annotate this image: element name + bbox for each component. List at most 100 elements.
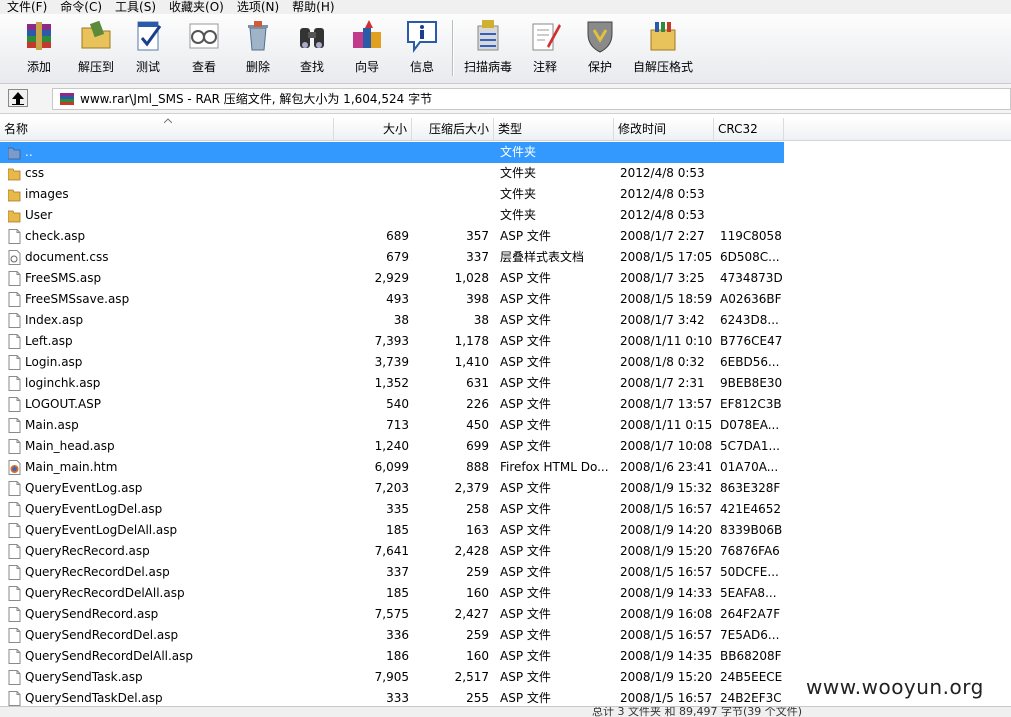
file-row[interactable]: FreeSMSsave.asp 493 398 ASP 文件 2008/1/5 18:5… <box>0 289 784 310</box>
file-icon <box>8 502 21 517</box>
menu-item[interactable]: 选项(N) <box>230 0 285 14</box>
file-size <box>334 163 409 184</box>
toolbar-button-label: 向导 <box>354 60 379 74</box>
file-icon <box>8 607 21 622</box>
folder-icon <box>8 168 21 181</box>
file-row[interactable]: loginchk.asp 1,352 631 ASP 文件 2008/1/7 2:31 9… <box>0 373 784 394</box>
file-row[interactable]: QueryEventLog.asp 7,203 2,379 ASP 文件 2008/1/… <box>0 478 784 499</box>
watermark: www.wooyun.org <box>806 675 984 699</box>
file-name: FreeSMS.asp <box>25 271 102 285</box>
toolbar-button-3[interactable]: 测试 <box>128 18 168 75</box>
toolbar-button-label: 添加 <box>26 60 51 74</box>
file-modified: 2008/1/11 0:15 <box>620 418 713 432</box>
file-row[interactable]: check.asp 689 357 ASP 文件 2008/1/7 2:27 119C80… <box>0 226 784 247</box>
file-icon <box>8 691 21 706</box>
file-size: 38 <box>393 313 409 327</box>
file-name: css <box>25 166 45 180</box>
file-row[interactable]: Left.asp 7,393 1,178 ASP 文件 2008/1/11 0:10 B7… <box>0 331 784 352</box>
toolbar-button-10[interactable]: 注释 <box>527 18 563 75</box>
file-type: ASP 文件 <box>500 502 551 516</box>
file-crc: 8339B06B <box>720 523 783 537</box>
file-row[interactable]: QuerySendRecordDelAll.asp 186 160 ASP 文件 200… <box>0 646 784 667</box>
file-name: QuerySendTask.asp <box>25 670 143 684</box>
menu-item[interactable]: 收藏夹(O) <box>162 0 230 14</box>
file-row[interactable]: FreeSMS.asp 2,929 1,028 ASP 文件 2008/1/7 3:25… <box>0 268 784 289</box>
file-type: ASP 文件 <box>500 607 551 621</box>
file-row[interactable]: QueryRecRecord.asp 7,641 2,428 ASP 文件 2008/1… <box>0 541 784 562</box>
toolbar-button-label: 保护 <box>587 60 612 74</box>
file-icon <box>8 292 21 307</box>
file-packed: 259 <box>466 565 489 579</box>
toolbar-button-label: 解压到 <box>77 60 114 74</box>
toolbar-button-11[interactable]: 保护 <box>580 18 620 75</box>
toolbar-button-label: 查找 <box>299 60 324 74</box>
toolbar-button-2[interactable]: 解压到 <box>74 18 118 75</box>
file-row[interactable]: LOGOUT.ASP 540 226 ASP 文件 2008/1/7 13:57 EF81… <box>0 394 784 415</box>
file-packed <box>412 205 489 226</box>
wizard-icon <box>353 20 381 48</box>
file-row[interactable]: QuerySendRecordDel.asp 336 259 ASP 文件 2008/1… <box>0 625 784 646</box>
file-row[interactable]: Index.asp 38 38 ASP 文件 2008/1/7 3:42 6243D8..… <box>0 310 784 331</box>
file-packed: 888 <box>466 460 489 474</box>
file-type: Firefox HTML Do... <box>500 460 609 474</box>
file-packed <box>412 163 489 184</box>
column-header-packed[interactable]: 压缩后大小 <box>412 118 494 140</box>
file-row[interactable]: Login.asp 3,739 1,410 ASP 文件 2008/1/8 0:32 6E… <box>0 352 784 373</box>
file-size: 1,240 <box>374 439 409 453</box>
menu-item[interactable]: 命令(C) <box>53 0 108 14</box>
file-row[interactable]: QueryEventLogDelAll.asp 185 163 ASP 文件 2008/… <box>0 520 784 541</box>
toolbar-button-7[interactable]: 向导 <box>347 18 387 75</box>
file-size: 1,352 <box>374 376 409 390</box>
toolbar-button-5[interactable]: 删除 <box>238 18 278 75</box>
file-modified: 2012/4/8 0:53 <box>620 166 705 180</box>
menu-item[interactable]: 帮助(H) <box>285 0 340 14</box>
toolbar-button-1[interactable]: 添加 <box>17 18 61 75</box>
file-modified: 2008/1/5 16:57 <box>620 628 713 642</box>
up-one-level-button[interactable] <box>8 89 28 107</box>
file-row[interactable]: QueryRecRecordDelAll.asp 185 160 ASP 文件 2008… <box>0 583 784 604</box>
file-row[interactable]: images 文件夹 2012/4/8 0:53 <box>0 184 784 205</box>
file-modified: 2012/4/8 0:53 <box>620 187 705 201</box>
file-name: QueryEventLogDel.asp <box>25 502 163 516</box>
file-row[interactable]: .. 文件夹 <box>0 142 784 163</box>
file-size: 186 <box>386 649 409 663</box>
file-modified: 2008/1/5 17:05 <box>620 250 713 264</box>
file-row[interactable]: QueryEventLogDel.asp 335 258 ASP 文件 2008/1/5… <box>0 499 784 520</box>
menu-item[interactable]: 工具(S) <box>108 0 162 14</box>
file-modified: 2008/1/5 18:59 <box>620 292 713 306</box>
file-icon <box>8 565 21 580</box>
file-packed: 2,427 <box>454 607 489 621</box>
toolbar-button-4[interactable]: 查看 <box>182 18 226 75</box>
file-row[interactable]: Main_head.asp 1,240 699 ASP 文件 2008/1/7 10:0… <box>0 436 784 457</box>
file-row[interactable]: Main.asp 713 450 ASP 文件 2008/1/11 0:15 D078EA… <box>0 415 784 436</box>
folder-icon <box>8 210 21 223</box>
file-packed: 699 <box>466 439 489 453</box>
toolbar-button-9[interactable]: 扫描病毒 <box>463 18 513 75</box>
column-header-type[interactable]: 类型 <box>494 118 614 140</box>
file-crc <box>720 142 784 163</box>
file-row[interactable]: User 文件夹 2012/4/8 0:53 <box>0 205 784 226</box>
file-row[interactable]: Main_main.htm 6,099 888 Firefox HTML Do... 2… <box>0 457 784 478</box>
toolbar-button-12[interactable]: 自解压格式 <box>632 18 694 75</box>
column-header-modified[interactable]: 修改时间 <box>614 118 714 140</box>
path-field[interactable]: www.rar\Jml_SMS - RAR 压缩文件, 解包大小为 1,604,… <box>52 88 1011 110</box>
file-row[interactable]: document.css 679 337 层叠样式表文档 2008/1/5 17:05 6… <box>0 247 784 268</box>
column-header-crc[interactable]: CRC32 <box>714 118 784 140</box>
file-icon <box>8 670 21 685</box>
file-row[interactable]: QuerySendTaskDel.asp 333 255 ASP 文件 2008/1/5… <box>0 688 784 706</box>
file-row[interactable]: QuerySendTask.asp 7,905 2,517 ASP 文件 2008/1/… <box>0 667 784 688</box>
file-row[interactable]: QuerySendRecord.asp 7,575 2,427 ASP 文件 2008/… <box>0 604 784 625</box>
file-type: ASP 文件 <box>500 586 551 600</box>
menu-item[interactable]: 文件(F) <box>0 0 53 14</box>
toolbar: 添加 解压到 测试 查看 删除 查找 向导 信息 扫描病毒 注释 保护 自解压格式 <box>0 14 1011 84</box>
file-row[interactable]: css 文件夹 2012/4/8 0:53 <box>0 163 784 184</box>
file-packed: 1,028 <box>454 271 489 285</box>
toolbar-button-6[interactable]: 查找 <box>292 18 332 75</box>
column-header-size[interactable]: 大小 <box>334 118 412 140</box>
column-header-name[interactable]: 名称 <box>0 118 334 140</box>
toolbar-button-8[interactable]: 信息 <box>402 18 442 75</box>
file-row[interactable]: QueryRecRecordDel.asp 337 259 ASP 文件 2008/1/… <box>0 562 784 583</box>
info-icon <box>407 21 437 53</box>
file-type: ASP 文件 <box>500 439 551 453</box>
file-crc: 01A70A... <box>720 460 779 474</box>
